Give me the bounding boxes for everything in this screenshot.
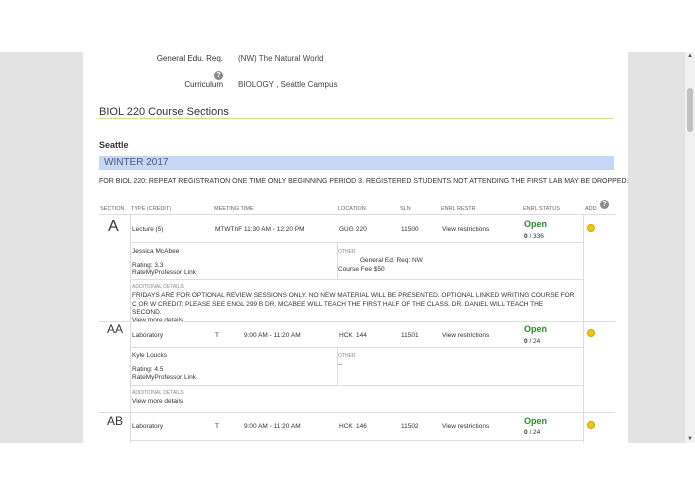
row-divider: [130, 279, 583, 280]
section-time: 9:00 AM - 11:20 AM: [244, 332, 301, 339]
section-id: AA: [107, 322, 124, 336]
scroll-down-icon[interactable]: ▼: [685, 435, 695, 443]
curriculum-label: Curriculum: [184, 80, 223, 89]
view-restrictions-link[interactable]: View restrictions: [442, 423, 489, 430]
vertical-scrollbar[interactable]: ▲ ▼: [685, 52, 695, 443]
room-number: 144: [356, 332, 367, 339]
room-number: 220: [356, 226, 367, 233]
sections-title: BIOL 220 Course Sections: [99, 106, 229, 118]
room-number: 146: [356, 423, 367, 430]
sln-link[interactable]: 11500: [401, 226, 419, 233]
other-course-fee: Course Fee $50: [338, 266, 385, 273]
section-days: T: [215, 332, 219, 339]
add-section-icon[interactable]: [587, 324, 595, 342]
details-text-line: C OR W CREDIT: PLEASE SEE ENGL 299 B DR.…: [132, 301, 544, 308]
header-divider: [99, 214, 615, 215]
table-divider: [130, 215, 131, 443]
section-type: Laboratory: [132, 423, 164, 430]
additional-details-label: ADDITIONAL DETAILS: [132, 284, 184, 290]
instructor-rating: Rating: 4.5: [132, 366, 164, 373]
col-section: SECTION: [100, 206, 125, 212]
course-content: General Edu. Req. (NW) The Natural World…: [83, 52, 629, 443]
instructor-name: Jessica McAbee: [132, 248, 180, 255]
enrollment-count: 0 / 24: [524, 429, 541, 436]
quarter-banner: WINTER 2017: [99, 156, 614, 170]
scrollbar-thumb[interactable]: [687, 88, 693, 132]
instructor-name: Kyle Loucks: [132, 352, 168, 359]
row-divider: [130, 347, 583, 348]
view-more-details-link[interactable]: SECOND.: [132, 310, 162, 317]
building-link[interactable]: HCK: [339, 423, 353, 430]
col-meeting: MEETING TIME: [214, 206, 254, 212]
enrollment-count: 0 / 336: [524, 233, 544, 240]
rate-my-professor-link[interactable]: RateMyProfessor Link: [132, 269, 196, 276]
section-days: MTWThF: [215, 226, 243, 233]
section-id: AB: [107, 414, 124, 428]
table-divider: [583, 215, 584, 443]
other-gen-ed: General Ed. Req: NW: [360, 257, 423, 264]
rate-my-professor-link[interactable]: RateMyProfessor Link: [132, 374, 196, 381]
add-section-icon[interactable]: [587, 416, 595, 434]
view-restrictions-link[interactable]: View restrictions: [442, 332, 489, 339]
cell-divider: [337, 348, 338, 385]
gen-edu-label: General Edu. Req.: [156, 54, 223, 63]
section-time: 11:30 AM - 12:20 PM: [244, 226, 305, 233]
campus-heading: Seattle: [99, 140, 129, 150]
enrollment-status: Open: [524, 324, 548, 334]
row-divider: [130, 385, 583, 386]
section-divider: [99, 321, 615, 322]
table-help-icon[interactable]: ?: [600, 193, 609, 211]
section-type: Laboratory: [132, 332, 164, 339]
row-divider: [130, 242, 583, 243]
other-label: OTHER: [338, 353, 356, 359]
section-type: Lecture (5): [132, 226, 164, 233]
curriculum-value: BIOLOGY , Seattle Campus: [238, 80, 338, 89]
enrollment-status: Open: [524, 219, 548, 229]
sln-link[interactable]: 11502: [401, 423, 419, 430]
other-label: OTHER: [338, 249, 356, 255]
page-viewport: General Edu. Req. (NW) The Natural World…: [0, 52, 695, 443]
view-more-details-link[interactable]: View more details: [132, 398, 183, 405]
registration-notice: FOR BIOL 220: REPEAT REGISTRATION ONE TI…: [99, 178, 629, 185]
col-type: TYPE (CREDIT): [131, 206, 172, 212]
col-location: LOCATION: [338, 206, 366, 212]
section-time: 9:00 AM - 11:20 AM: [244, 423, 301, 430]
cell-divider: [337, 243, 338, 279]
col-sln: SLN: [400, 206, 411, 212]
gen-edu-value: (NW) The Natural World: [238, 54, 324, 63]
building-link[interactable]: GUG: [339, 226, 354, 233]
col-add: ADD: [585, 206, 597, 212]
scroll-up-icon[interactable]: ▲: [685, 52, 695, 60]
col-restr: ENRL RESTR: [441, 206, 476, 212]
building-link[interactable]: HCK: [339, 332, 353, 339]
enrollment-count: 0 / 24: [524, 338, 541, 345]
row-divider: [130, 440, 583, 441]
section-id: A: [108, 218, 119, 235]
col-status: ENRL STATUS: [523, 206, 560, 212]
sections-divider: [99, 118, 614, 119]
view-restrictions-link[interactable]: View restrictions: [442, 226, 489, 233]
details-text-line: FRIDAYS ARE FOR OPTIONAL REVIEW SESSIONS…: [132, 292, 575, 299]
sln-link[interactable]: 11501: [401, 332, 419, 339]
add-section-icon[interactable]: [587, 219, 595, 237]
instructor-rating: Rating: 3.3: [132, 262, 164, 269]
additional-details-label: ADDITIONAL DETAILS: [132, 390, 184, 396]
enrollment-status: Open: [524, 416, 548, 426]
section-divider: [99, 412, 615, 413]
other-value: --: [338, 361, 343, 368]
section-days: T: [215, 423, 219, 430]
